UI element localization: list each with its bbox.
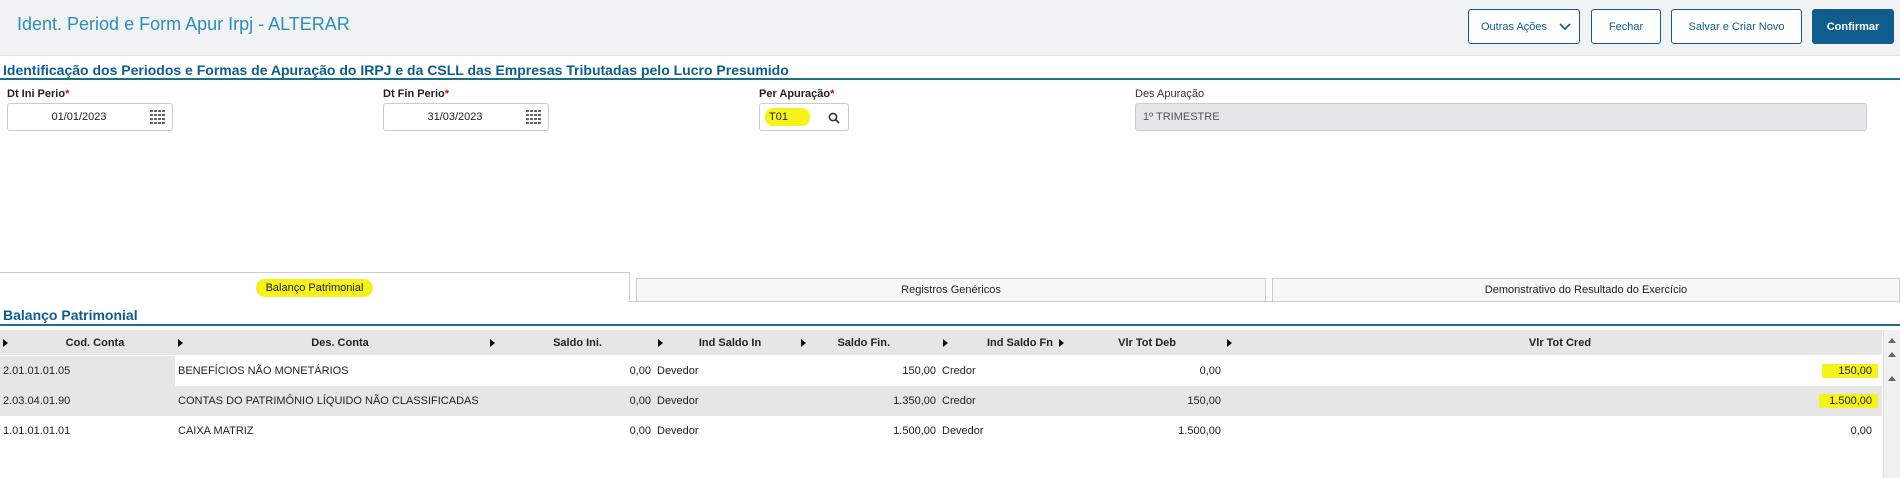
section-title-balanco: Balanço Patrimonial — [3, 307, 138, 323]
cell-vlr-tot-cred[interactable]: 150,00 — [1230, 356, 1878, 386]
tab-registros-genericos[interactable]: Registros Genéricos — [636, 278, 1266, 302]
resize-arrow-icon[interactable] — [943, 339, 948, 347]
col-ind-saldo-in[interactable]: Ind Saldo In — [670, 330, 790, 355]
cell-vlr-tot-deb[interactable]: 150,00 — [1060, 386, 1221, 416]
dt-fin-field[interactable]: 31/03/2023 — [383, 103, 549, 131]
tab-balanco-patrimonial[interactable]: Balanço Patrimonial — [0, 272, 630, 302]
section-divider — [0, 324, 1900, 326]
table-row[interactable]: 1.01.01.01.01 CAIXA MATRIZ 0,00 Devedor … — [0, 416, 1882, 446]
cell-vlr-tot-cred[interactable]: 0,00 — [1230, 416, 1872, 446]
col-cod-conta[interactable]: Cod. Conta — [20, 330, 170, 355]
table-row[interactable]: 2.01.01.01.05 BENEFÍCIOS NÃO MONETÁRIOS … — [0, 356, 1882, 386]
col-ind-saldo-fn[interactable]: Ind Saldo Fn — [955, 330, 1085, 355]
col-des-conta[interactable]: Des. Conta — [190, 330, 490, 355]
dt-fin-label: Dt Fin Perio* — [383, 88, 450, 100]
confirmar-button[interactable]: Confirmar — [1812, 9, 1894, 44]
cell-cod-conta[interactable]: 2.03.04.01.90 — [0, 386, 175, 416]
dt-ini-field[interactable]: 01/01/2023 — [7, 103, 173, 131]
cell-saldo-fin[interactable]: 1.500,00 — [800, 416, 936, 446]
cell-des-conta[interactable]: BENEFÍCIOS NÃO MONETÁRIOS — [178, 356, 498, 386]
cell-des-conta[interactable]: CAIXA MATRIZ — [178, 416, 498, 446]
tab-demonstrativo-resultado[interactable]: Demonstrativo do Resultado do Exercício — [1272, 278, 1900, 302]
resize-arrow-icon[interactable] — [801, 339, 806, 347]
resize-arrow-icon[interactable] — [658, 339, 663, 347]
cell-vlr-tot-deb[interactable]: 1.500,00 — [1060, 416, 1221, 446]
outras-acoes-label: Outras Ações — [1481, 20, 1548, 33]
search-icon[interactable] — [828, 112, 840, 124]
col-saldo-ini[interactable]: Saldo Ini. — [500, 330, 602, 355]
table-header: Cod. Conta Des. Conta Saldo Ini. Ind Sal… — [0, 330, 1882, 355]
des-apuracao-field: 1º TRIMESTRE — [1135, 103, 1867, 131]
highlighted-value: 150,00 — [1822, 364, 1878, 378]
salvar-criar-novo-button[interactable]: Salvar e Criar Novo — [1671, 9, 1802, 44]
calendar-icon[interactable] — [526, 110, 542, 124]
cell-saldo-ini[interactable]: 0,00 — [550, 416, 651, 446]
outras-acoes-button[interactable]: Outras Ações — [1468, 9, 1580, 44]
chevron-down-icon — [1559, 23, 1571, 31]
page-title: Ident. Period e Form Apur Irpj - ALTERAR — [17, 14, 350, 34]
scroll-up-icon[interactable] — [1888, 338, 1896, 343]
des-apuracao-value: 1º TRIMESTRE — [1143, 111, 1220, 123]
col-vlr-tot-deb[interactable]: Vlr Tot Deb — [1070, 330, 1176, 355]
per-apuracao-value: T01 — [765, 108, 810, 126]
cell-ind-saldo-in[interactable]: Devedor — [657, 416, 757, 446]
cell-des-conta[interactable]: CONTAS DO PATRIMÔNIO LÍQUIDO NÃO CLASSIF… — [178, 386, 538, 416]
cell-saldo-ini[interactable]: 0,00 — [550, 386, 651, 416]
cell-ind-saldo-fn[interactable]: Devedor — [942, 416, 1042, 446]
resize-arrow-icon[interactable] — [490, 339, 495, 347]
cell-vlr-tot-cred[interactable]: 1.500,00 — [1230, 386, 1878, 416]
cell-cod-conta[interactable]: 2.01.01.01.05 — [0, 356, 175, 386]
des-apuracao-label: Des Apuração — [1135, 88, 1205, 100]
cell-ind-saldo-fn[interactable]: Credor — [942, 386, 1042, 416]
scroll-up-icon[interactable] — [1888, 376, 1896, 381]
per-apuracao-label: Per Apuração* — [759, 88, 835, 100]
cell-ind-saldo-in[interactable]: Devedor — [657, 356, 757, 386]
resize-arrow-icon[interactable] — [3, 339, 8, 347]
cell-saldo-ini[interactable]: 0,00 — [550, 356, 651, 386]
section-title-identificacao: Identificação dos Periodos e Formas de A… — [3, 62, 789, 78]
scroll-up-icon[interactable] — [1888, 352, 1896, 357]
resize-arrow-icon[interactable] — [1227, 339, 1232, 347]
resize-arrow-icon[interactable] — [178, 339, 183, 347]
col-saldo-fin[interactable]: Saldo Fin. — [810, 330, 890, 355]
cell-saldo-fin[interactable]: 1.350,00 — [800, 386, 936, 416]
vertical-scrollbar[interactable] — [1883, 330, 1900, 478]
fechar-button[interactable]: Fechar — [1591, 9, 1661, 44]
dt-fin-value: 31/03/2023 — [427, 111, 483, 123]
calendar-icon[interactable] — [150, 110, 166, 124]
cell-ind-saldo-in[interactable]: Devedor — [657, 386, 757, 416]
cell-saldo-fin[interactable]: 150,00 — [800, 356, 936, 386]
resize-arrow-icon[interactable] — [1059, 339, 1064, 347]
table-row[interactable]: 2.03.04.01.90 CONTAS DO PATRIMÔNIO LÍQUI… — [0, 386, 1882, 416]
col-vlr-tot-cred[interactable]: Vlr Tot Cred — [1240, 330, 1880, 355]
cell-vlr-tot-deb[interactable]: 0,00 — [1060, 356, 1221, 386]
highlighted-value: 1.500,00 — [1819, 394, 1878, 408]
top-bar: Ident. Period e Form Apur Irpj - ALTERAR… — [0, 0, 1900, 56]
tab-label: Balanço Patrimonial — [255, 278, 374, 297]
dt-ini-label: Dt Ini Perio* — [7, 88, 70, 100]
tab-baseline — [630, 301, 1900, 302]
per-apuracao-field[interactable]: T01 — [759, 103, 849, 131]
cell-ind-saldo-fn[interactable]: Credor — [942, 356, 1042, 386]
dt-ini-value: 01/01/2023 — [51, 111, 107, 123]
section-divider — [0, 78, 1900, 80]
cell-cod-conta[interactable]: 1.01.01.01.01 — [0, 416, 175, 446]
